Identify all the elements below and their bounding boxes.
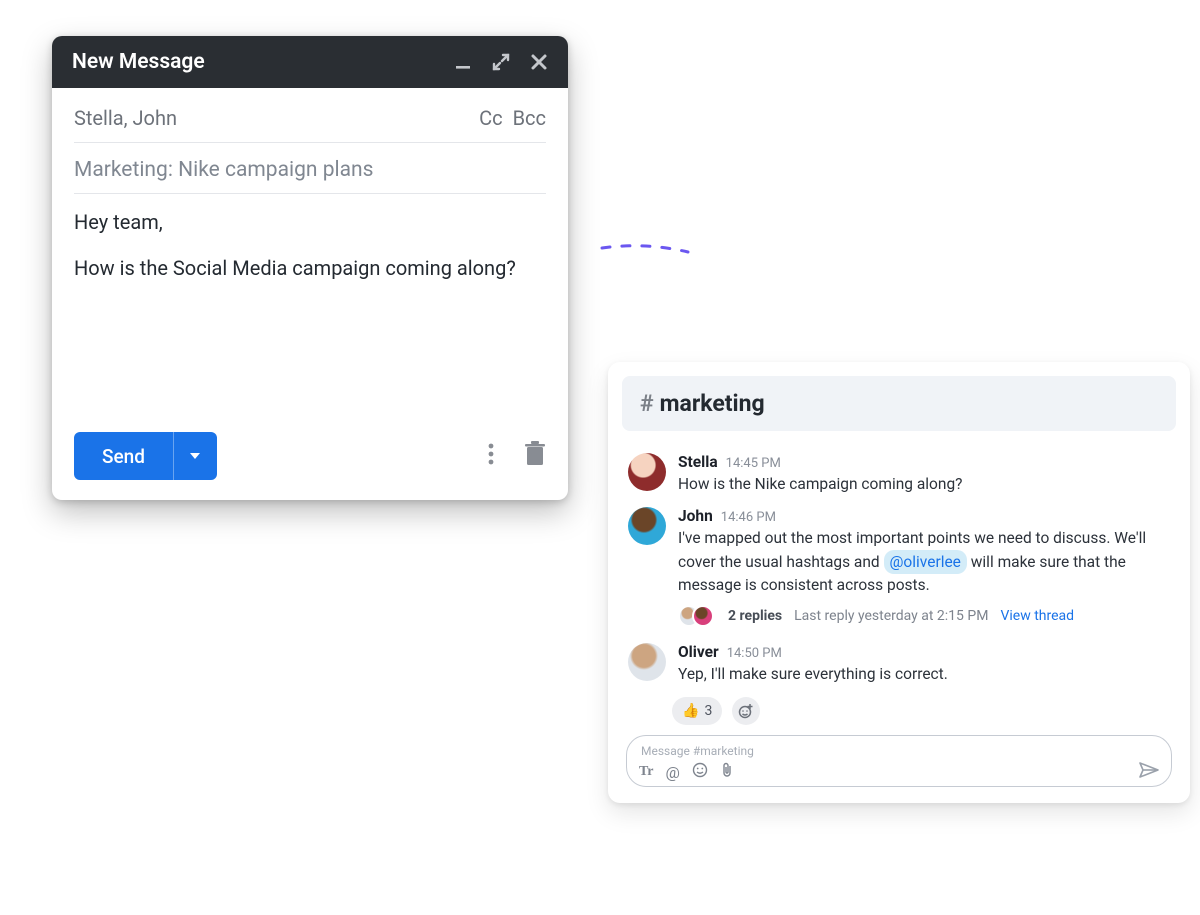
chat-message: Oliver 14:50 PM Yep, I'll make sure ever… <box>622 635 1176 689</box>
channel-header[interactable]: # marketing <box>622 376 1176 431</box>
message-input[interactable]: Message #marketing <box>639 742 1159 762</box>
recipients-field[interactable]: Stella, John <box>74 106 177 130</box>
bcc-button[interactable]: Bcc <box>513 106 546 130</box>
email-compose-window: New Message Stella, John Cc Bc <box>52 36 568 500</box>
connector-line <box>600 240 690 256</box>
recipients-row: Stella, John Cc Bcc <box>74 88 546 143</box>
close-icon[interactable] <box>530 53 548 71</box>
add-reaction-icon[interactable] <box>732 697 760 725</box>
reaction-thumbsup[interactable]: 👍 3 <box>672 697 722 725</box>
message-reactions: 👍 3 <box>672 697 1176 725</box>
emoji-picker-icon[interactable] <box>692 762 708 782</box>
trash-icon[interactable] <box>524 441 546 471</box>
message-username[interactable]: Stella <box>678 453 718 471</box>
email-body-line: How is the Social Media campaign coming … <box>74 254 546 282</box>
user-mention[interactable]: @oliverlee <box>884 550 967 574</box>
last-reply-time: Last reply yesterday at 2:15 PM <box>794 608 988 624</box>
message-timestamp: 14:50 PM <box>727 646 782 661</box>
send-message-icon[interactable] <box>1139 762 1159 782</box>
reaction-count: 3 <box>704 703 712 719</box>
message-username[interactable]: John <box>678 507 713 525</box>
chat-window: # marketing Stella 14:45 PM How is the N… <box>608 362 1190 803</box>
chat-message: Stella 14:45 PM How is the Nike campaign… <box>622 445 1176 499</box>
reaction-emoji: 👍 <box>682 703 699 719</box>
attachment-icon[interactable] <box>720 762 734 782</box>
thread-summary[interactable]: 2 replies Last reply yesterday at 2:15 P… <box>678 605 1170 627</box>
view-thread-link[interactable]: View thread <box>1000 608 1074 624</box>
reply-avatars <box>678 605 706 627</box>
subject-field[interactable]: Marketing: Nike campaign plans <box>74 157 546 183</box>
mini-avatar <box>692 605 714 627</box>
cc-button[interactable]: Cc <box>479 106 503 130</box>
message-text: Yep, I'll make sure everything is correc… <box>678 663 1170 685</box>
message-input-container: Message #marketing Tr @ <box>626 735 1172 787</box>
message-timestamp: 14:46 PM <box>721 510 776 525</box>
email-header: New Message <box>52 36 568 88</box>
subject-row: Marketing: Nike campaign plans <box>74 143 546 194</box>
message-text: How is the Nike campaign coming along? <box>678 473 1170 495</box>
mention-icon[interactable]: @ <box>666 763 680 782</box>
send-button[interactable]: Send <box>74 432 173 480</box>
message-timestamp: 14:45 PM <box>726 456 781 471</box>
more-options-icon[interactable] <box>488 442 494 470</box>
chat-message: John 14:46 PM I've mapped out the most i… <box>622 499 1176 634</box>
message-text: I've mapped out the most important point… <box>678 527 1170 596</box>
avatar[interactable] <box>628 643 666 681</box>
send-options-dropdown[interactable] <box>173 432 217 480</box>
expand-icon[interactable] <box>492 53 510 71</box>
email-window-controls <box>454 53 548 71</box>
hash-icon: # <box>640 390 654 417</box>
message-username[interactable]: Oliver <box>678 643 719 661</box>
replies-count: 2 replies <box>728 608 782 624</box>
email-title: New Message <box>72 50 205 74</box>
avatar[interactable] <box>628 507 666 545</box>
send-button-group: Send <box>74 432 217 480</box>
format-text-icon[interactable]: Tr <box>639 764 654 780</box>
minimize-icon[interactable] <box>454 53 472 71</box>
email-body-line: Hey team, <box>74 208 546 236</box>
email-body-editor[interactable]: Hey team, How is the Social Media campai… <box>74 194 546 424</box>
channel-name: marketing <box>660 390 765 417</box>
avatar[interactable] <box>628 453 666 491</box>
